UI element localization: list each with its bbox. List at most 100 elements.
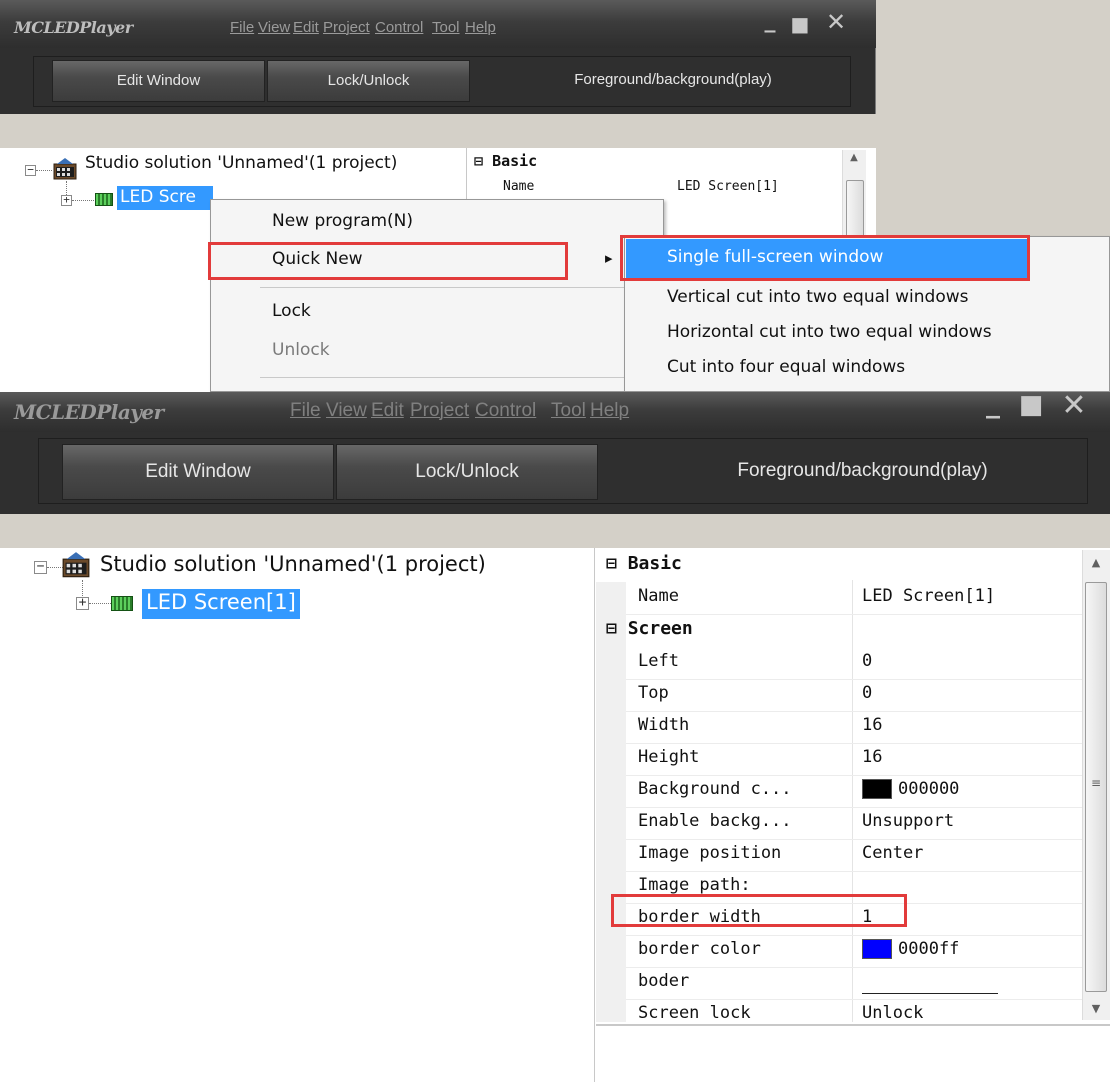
prop-image-position-value[interactable]: Center (862, 843, 923, 863)
edit-window-button[interactable]: Edit Window (52, 60, 265, 102)
prop-image-position-key: Image position (638, 843, 782, 863)
scroll-up-icon[interactable]: ▲ (1084, 556, 1108, 569)
submenu-arrow-icon: ▸ (605, 249, 613, 267)
submenu-horizontal-cut[interactable]: Horizontal cut into two equal windows (667, 322, 992, 342)
minimize-icon[interactable]: _ (978, 392, 1008, 419)
app-window: MCLEDPlayer File View Edit Project Contr… (0, 0, 1110, 392)
led-screen-icon (111, 596, 133, 611)
menu-new-program[interactable]: New program(N) (272, 211, 413, 231)
prop-top-value[interactable]: 0 (862, 683, 872, 703)
menu-lock[interactable]: Lock (272, 301, 311, 321)
prop-name-key: Name (638, 586, 679, 606)
menu-help[interactable]: Help (590, 400, 629, 422)
quick-new-highlight (208, 242, 568, 280)
lock-unlock-button[interactable]: Lock/Unlock (336, 444, 598, 500)
prop-width-key: Width (638, 715, 690, 735)
tree-led-screen-item[interactable]: LED Screen[1] (142, 589, 300, 619)
desktop-background (876, 0, 1110, 238)
screen-category-label: Screen (627, 618, 693, 639)
prop-name-value[interactable]: LED Screen[1] (677, 179, 779, 194)
menu-file[interactable]: File (290, 400, 321, 422)
close-icon[interactable]: ✕ (1058, 392, 1090, 423)
prop-name-key: Name (503, 179, 535, 194)
prop-top-key: Top (638, 683, 669, 703)
prop-boder-key: boder (638, 971, 690, 991)
minimize-icon[interactable]: _ (758, 8, 782, 33)
lock-unlock-button[interactable]: Lock/Unlock (267, 60, 470, 102)
foreground-background-button[interactable]: Foreground/background(play) (640, 444, 1085, 500)
collapse-category-icon[interactable]: ⊟ (474, 152, 483, 170)
scroll-up-icon[interactable]: ▲ (844, 152, 864, 163)
prop-border-color-key: border color (638, 939, 761, 959)
prop-width-value[interactable]: 16 (862, 715, 882, 735)
menu-edit[interactable]: Edit (293, 19, 319, 36)
menu-unlock: Unlock (272, 340, 330, 360)
prop-screen-lock-value[interactable]: Unlock (862, 1003, 923, 1023)
basic-category[interactable]: ⊟ Basic (474, 152, 537, 170)
scroll-thumb[interactable] (846, 180, 864, 240)
menu-project[interactable]: Project (323, 19, 370, 36)
app-title: MCLEDPlayer (14, 18, 133, 37)
basic-category-label: Basic (627, 553, 682, 574)
menu-view[interactable]: View (326, 400, 367, 422)
edit-window-button[interactable]: Edit Window (62, 444, 334, 500)
expand-icon[interactable]: + (76, 596, 89, 610)
basic-category-label: Basic (492, 152, 538, 170)
prop-background-c-value[interactable]: 000000 (862, 779, 959, 799)
menu-file[interactable]: File (230, 19, 254, 36)
menu-separator (260, 287, 658, 288)
border-style-line (862, 993, 998, 994)
solution-tree (0, 548, 594, 1082)
basic-category[interactable]: ⊟ Basic (606, 553, 682, 574)
prop-border-color-value[interactable]: 0000ff (862, 939, 959, 959)
color-swatch (862, 939, 892, 959)
prop-name-value[interactable]: LED Screen[1] (862, 586, 995, 606)
collapse-category-icon[interactable]: ⊟ (606, 618, 617, 639)
expand-icon[interactable]: + (61, 194, 72, 206)
close-icon[interactable]: ✕ (822, 8, 850, 36)
color-value: 0000ff (898, 939, 960, 959)
foreground-background-button[interactable]: Foreground/background(play) (498, 60, 848, 102)
menu-help[interactable]: Help (465, 19, 496, 36)
prop-enable-backg-key: Enable backg... (638, 811, 792, 831)
bottom-screenshot: MCLEDPlayer File View Edit Project Contr… (0, 392, 1110, 1082)
collapse-category-icon[interactable]: ⊟ (606, 553, 617, 574)
collapse-icon[interactable]: − (34, 560, 47, 574)
panel-header-strip (0, 114, 876, 148)
menu-edit[interactable]: Edit (371, 400, 404, 422)
solution-icon (62, 552, 90, 578)
border-width-highlight (611, 894, 907, 927)
prop-left-key: Left (638, 651, 679, 671)
menu-project[interactable]: Project (410, 400, 469, 422)
menu-separator-2 (260, 377, 658, 378)
menu-tool[interactable]: Tool (551, 400, 586, 422)
prop-image-path-key: Image path: (638, 875, 751, 895)
maximize-icon[interactable]: ■ (788, 12, 812, 36)
panel-header-strip (0, 514, 1110, 552)
tree-root-label[interactable]: Studio solution 'Unnamed'(1 project) (85, 153, 397, 173)
submenu-vertical-cut[interactable]: Vertical cut into two equal windows (667, 287, 969, 307)
color-swatch (862, 779, 892, 799)
tree-led-screen-item[interactable]: LED Scre (117, 186, 213, 210)
scroll-down-icon[interactable]: ▼ (1084, 1002, 1108, 1015)
submenu-four-cut[interactable]: Cut into four equal windows (667, 357, 905, 377)
single-full-screen-highlight (620, 235, 1030, 281)
menu-tool[interactable]: Tool (432, 19, 460, 36)
property-grid-gutter (596, 582, 626, 1022)
screen-category[interactable]: ⊟ Screen (606, 618, 693, 639)
menu-control[interactable]: Control (375, 19, 423, 36)
prop-left-value[interactable]: 0 (862, 651, 872, 671)
tree-root-label[interactable]: Studio solution 'Unnamed'(1 project) (100, 552, 486, 576)
color-value: 000000 (898, 779, 960, 799)
menu-control[interactable]: Control (475, 400, 536, 422)
prop-height-key: Height (638, 747, 700, 767)
property-description-area (596, 1024, 1110, 1082)
collapse-icon[interactable]: − (25, 164, 36, 176)
menu-view[interactable]: View (258, 19, 290, 36)
scroll-grip-icon: ≡ (1090, 776, 1102, 790)
prop-enable-backg-value[interactable]: Unsupport (862, 811, 954, 831)
solution-icon (53, 158, 77, 180)
maximize-icon[interactable]: ■ (1016, 392, 1046, 420)
prop-height-value[interactable]: 16 (862, 747, 882, 767)
app-title: MCLEDPlayer (14, 400, 164, 424)
